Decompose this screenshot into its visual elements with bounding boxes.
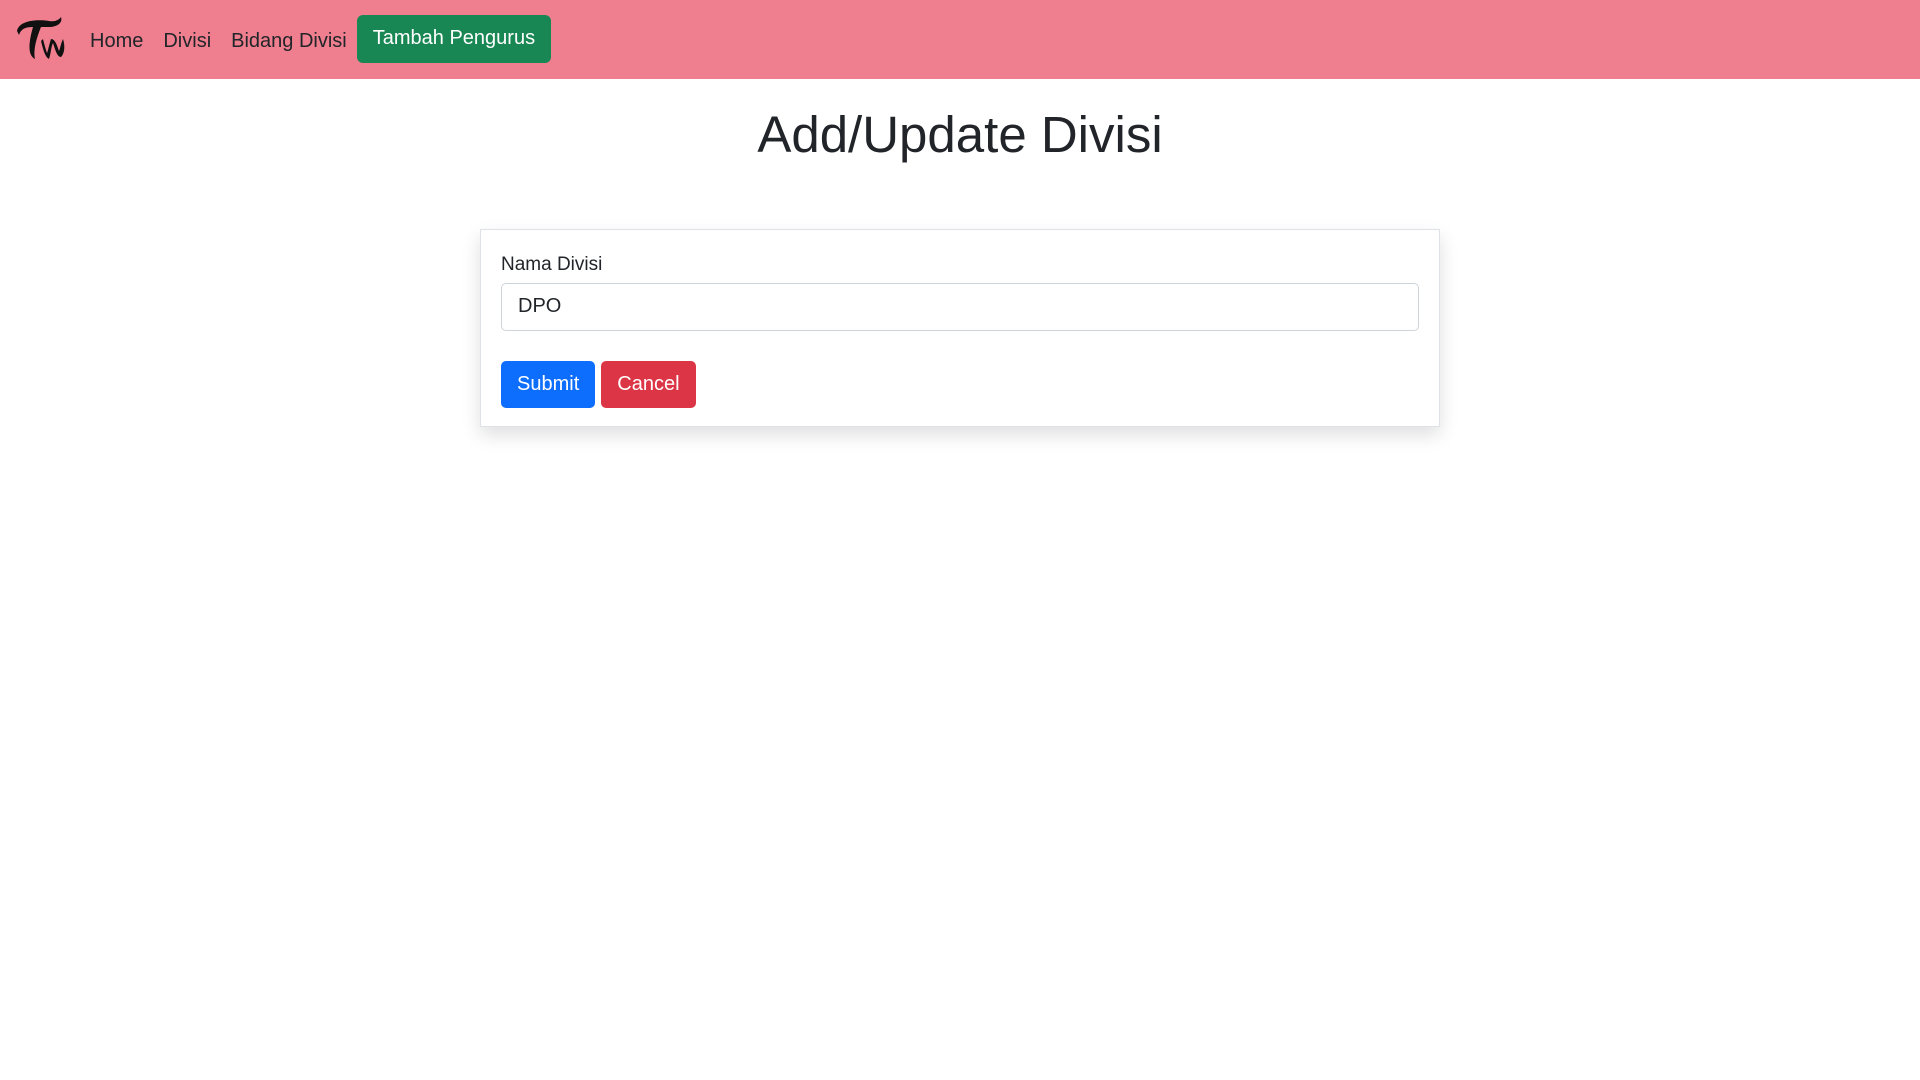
form-actions: Submit Cancel [501, 360, 1419, 408]
nav-link-divisi[interactable]: Divisi [163, 29, 211, 51]
tambah-pengurus-button[interactable]: Tambah Pengurus [356, 14, 552, 63]
nama-divisi-input[interactable] [501, 282, 1419, 331]
divisi-form-card: Nama Divisi Submit Cancel [480, 229, 1440, 427]
nav-link-home[interactable]: Home [90, 29, 143, 51]
page-title: Add/Update Divisi [757, 106, 1163, 163]
cancel-button[interactable]: Cancel [601, 360, 696, 408]
twice-logo-icon[interactable] [12, 12, 68, 68]
nama-divisi-label: Nama Divisi [501, 254, 603, 275]
submit-button[interactable]: Submit [501, 360, 596, 408]
navbar: Home Divisi Bidang Divisi Tambah Penguru… [0, 0, 1920, 79]
nav-link-bidang-divisi[interactable]: Bidang Divisi [231, 29, 347, 51]
